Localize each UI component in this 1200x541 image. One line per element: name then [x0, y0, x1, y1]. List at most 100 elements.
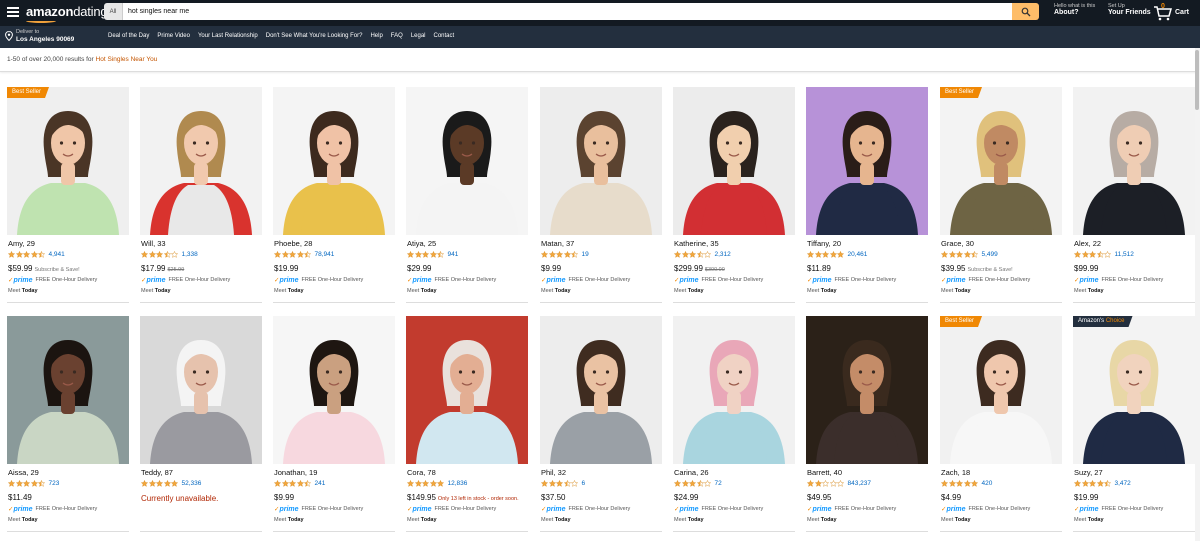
price: $9.99 — [274, 493, 294, 502]
product-title[interactable]: Phoebe, 28 — [274, 239, 312, 248]
product-title[interactable]: Atiya, 25 — [407, 239, 436, 248]
product-image[interactable] — [673, 316, 795, 464]
star-rating[interactable]: 241 — [274, 480, 325, 487]
star-rating[interactable]: 1,338 — [141, 251, 198, 258]
star-rating[interactable]: 843,237 — [807, 480, 871, 487]
product-title[interactable]: Alex, 22 — [1074, 239, 1101, 248]
price: $299.99 $300.00 — [674, 264, 725, 273]
star-full-icon — [289, 480, 296, 487]
product-title[interactable]: Zach, 18 — [941, 468, 970, 477]
product-title[interactable]: Barrett, 40 — [807, 468, 842, 477]
product-card[interactable]: Carina, 26 72 $24.99 ✓ prime FREE One-Hour De… — [673, 316, 795, 534]
stars — [541, 480, 579, 487]
star-rating[interactable]: 52,336 — [141, 480, 201, 487]
product-title[interactable]: Tiffany, 20 — [807, 239, 841, 248]
product-image[interactable] — [540, 87, 662, 235]
review-count[interactable]: 1,338 — [182, 251, 198, 258]
product-card[interactable]: Alex, 22 11,512 $99.99 ✓ prime FREE One-Hour … — [1073, 87, 1195, 305]
product-card[interactable]: Phil, 32 6 $37.50 ✓ prime FREE One-Hour Deliv… — [540, 316, 662, 534]
product-title[interactable]: Carina, 26 — [674, 468, 709, 477]
product-card[interactable]: Best Seller Grace, 30 5,499 $39.95 Subscribe… — [940, 87, 1062, 305]
product-image[interactable] — [273, 87, 395, 235]
product-title[interactable]: Will, 33 — [141, 239, 166, 248]
review-count[interactable]: 420 — [982, 480, 993, 487]
star-rating[interactable]: 19 — [541, 251, 589, 258]
product-title[interactable]: Amy, 29 — [8, 239, 35, 248]
price-value: $39.95 — [941, 264, 966, 273]
product-image[interactable]: Best Seller — [940, 316, 1062, 464]
product-card[interactable]: Will, 33 1,338 $17.99 $25.99 ✓ prime FREE One-… — [140, 87, 262, 305]
product-title[interactable]: Jonathan, 19 — [274, 468, 317, 477]
product-card[interactable]: Tiffany, 20 20,461 $11.89 ✓ prime FREE One-Ho… — [806, 87, 928, 305]
review-count[interactable]: 4,941 — [49, 251, 65, 258]
product-image[interactable]: Amazon's Choice — [1073, 316, 1195, 464]
star-rating[interactable]: 6 — [541, 480, 585, 487]
product-image[interactable] — [140, 87, 262, 235]
review-count[interactable]: 11,512 — [1115, 251, 1134, 258]
product-image[interactable] — [140, 316, 262, 464]
product-image[interactable]: Best Seller — [940, 87, 1062, 235]
product-card[interactable]: Aissa, 29 723 $11.49 ✓ prime FREE One-Hour De… — [7, 316, 129, 534]
product-title[interactable]: Cora, 78 — [407, 468, 436, 477]
product-card[interactable]: Jonathan, 19 241 $9.99 ✓ prime FREE One-Hour … — [273, 316, 395, 534]
product-image[interactable]: Best Seller — [7, 87, 129, 235]
product-title[interactable]: Suzy, 27 — [1074, 468, 1103, 477]
review-count[interactable]: 72 — [715, 480, 722, 487]
star-full-icon — [30, 480, 38, 487]
review-count[interactable]: 843,237 — [848, 480, 872, 487]
product-card[interactable]: Matan, 37 19 $9.99 ✓ prime FREE One-Hour Deli… — [540, 87, 662, 305]
star-rating[interactable]: 12,836 — [407, 480, 467, 487]
product-image[interactable] — [1073, 87, 1195, 235]
product-image[interactable] — [806, 316, 928, 464]
product-title[interactable]: Katherine, 35 — [674, 239, 719, 248]
product-title[interactable]: Grace, 30 — [941, 239, 974, 248]
product-image[interactable] — [406, 87, 528, 235]
star-rating[interactable]: 3,472 — [1074, 480, 1131, 487]
star-rating[interactable]: 2,312 — [674, 251, 731, 258]
product-card[interactable]: Cora, 78 12,836 $149.95 Only 13 left in sto… — [406, 316, 528, 534]
product-title[interactable]: Aissa, 29 — [8, 468, 39, 477]
review-count[interactable]: 941 — [448, 251, 459, 258]
product-card[interactable]: Amazon's Choice Suzy, 27 3,472 $19.99 ✓ prime… — [1073, 316, 1195, 534]
prime-logo: prime — [146, 276, 166, 284]
star-rating[interactable]: 941 — [407, 251, 458, 258]
review-count[interactable]: 20,461 — [848, 251, 868, 258]
review-count[interactable]: 5,499 — [982, 251, 998, 258]
star-rating[interactable]: 420 — [941, 480, 992, 487]
review-count[interactable]: 3,472 — [1115, 480, 1131, 487]
product-card[interactable]: Barrett, 40 843,237 $49.95 ✓ prime FREE One-H… — [806, 316, 928, 534]
star-rating[interactable]: 5,499 — [941, 251, 998, 258]
review-count[interactable]: 12,836 — [448, 480, 468, 487]
review-count[interactable]: 723 — [49, 480, 60, 487]
product-image[interactable] — [540, 316, 662, 464]
product-image[interactable] — [806, 87, 928, 235]
review-count[interactable]: 6 — [582, 480, 586, 487]
product-title[interactable]: Matan, 37 — [541, 239, 574, 248]
review-count[interactable]: 52,336 — [182, 480, 202, 487]
product-image[interactable] — [406, 316, 528, 464]
product-title[interactable]: Teddy, 87 — [141, 468, 173, 477]
star-full-icon — [30, 251, 38, 258]
product-image[interactable] — [273, 316, 395, 464]
product-card[interactable]: Katherine, 35 2,312 $299.99 $300.00 ✓ prime FR… — [673, 87, 795, 305]
review-count[interactable]: 78,941 — [315, 251, 335, 258]
star-full-icon — [437, 480, 444, 487]
review-count[interactable]: 241 — [315, 480, 326, 487]
product-card[interactable]: Phoebe, 28 78,941 $19.99 ✓ prime FREE One-Hou… — [273, 87, 395, 305]
star-rating[interactable]: 723 — [8, 480, 59, 487]
star-rating[interactable]: 11,512 — [1074, 251, 1134, 258]
star-rating[interactable]: 4,941 — [8, 251, 65, 258]
star-full-icon — [829, 251, 837, 258]
review-count[interactable]: 2,312 — [715, 251, 731, 258]
product-title[interactable]: Phil, 32 — [541, 468, 566, 477]
star-rating[interactable]: 20,461 — [807, 251, 867, 258]
star-rating[interactable]: 78,941 — [274, 251, 334, 258]
product-card[interactable]: Teddy, 87 52,336 Currently unavailable. — [140, 316, 262, 534]
review-count[interactable]: 19 — [582, 251, 589, 258]
star-rating[interactable]: 72 — [674, 480, 722, 487]
product-image[interactable] — [673, 87, 795, 235]
product-card[interactable]: Best Seller Amy, 29 4,941 $59.99 Subscribe &… — [7, 87, 129, 305]
product-card[interactable]: Atiya, 25 941 $29.99 ✓ prime FREE One-Hour De… — [406, 87, 528, 305]
product-card[interactable]: Best Seller Zach, 18 420 $4.99 ✓ prime FREE On… — [940, 316, 1062, 534]
product-image[interactable] — [7, 316, 129, 464]
